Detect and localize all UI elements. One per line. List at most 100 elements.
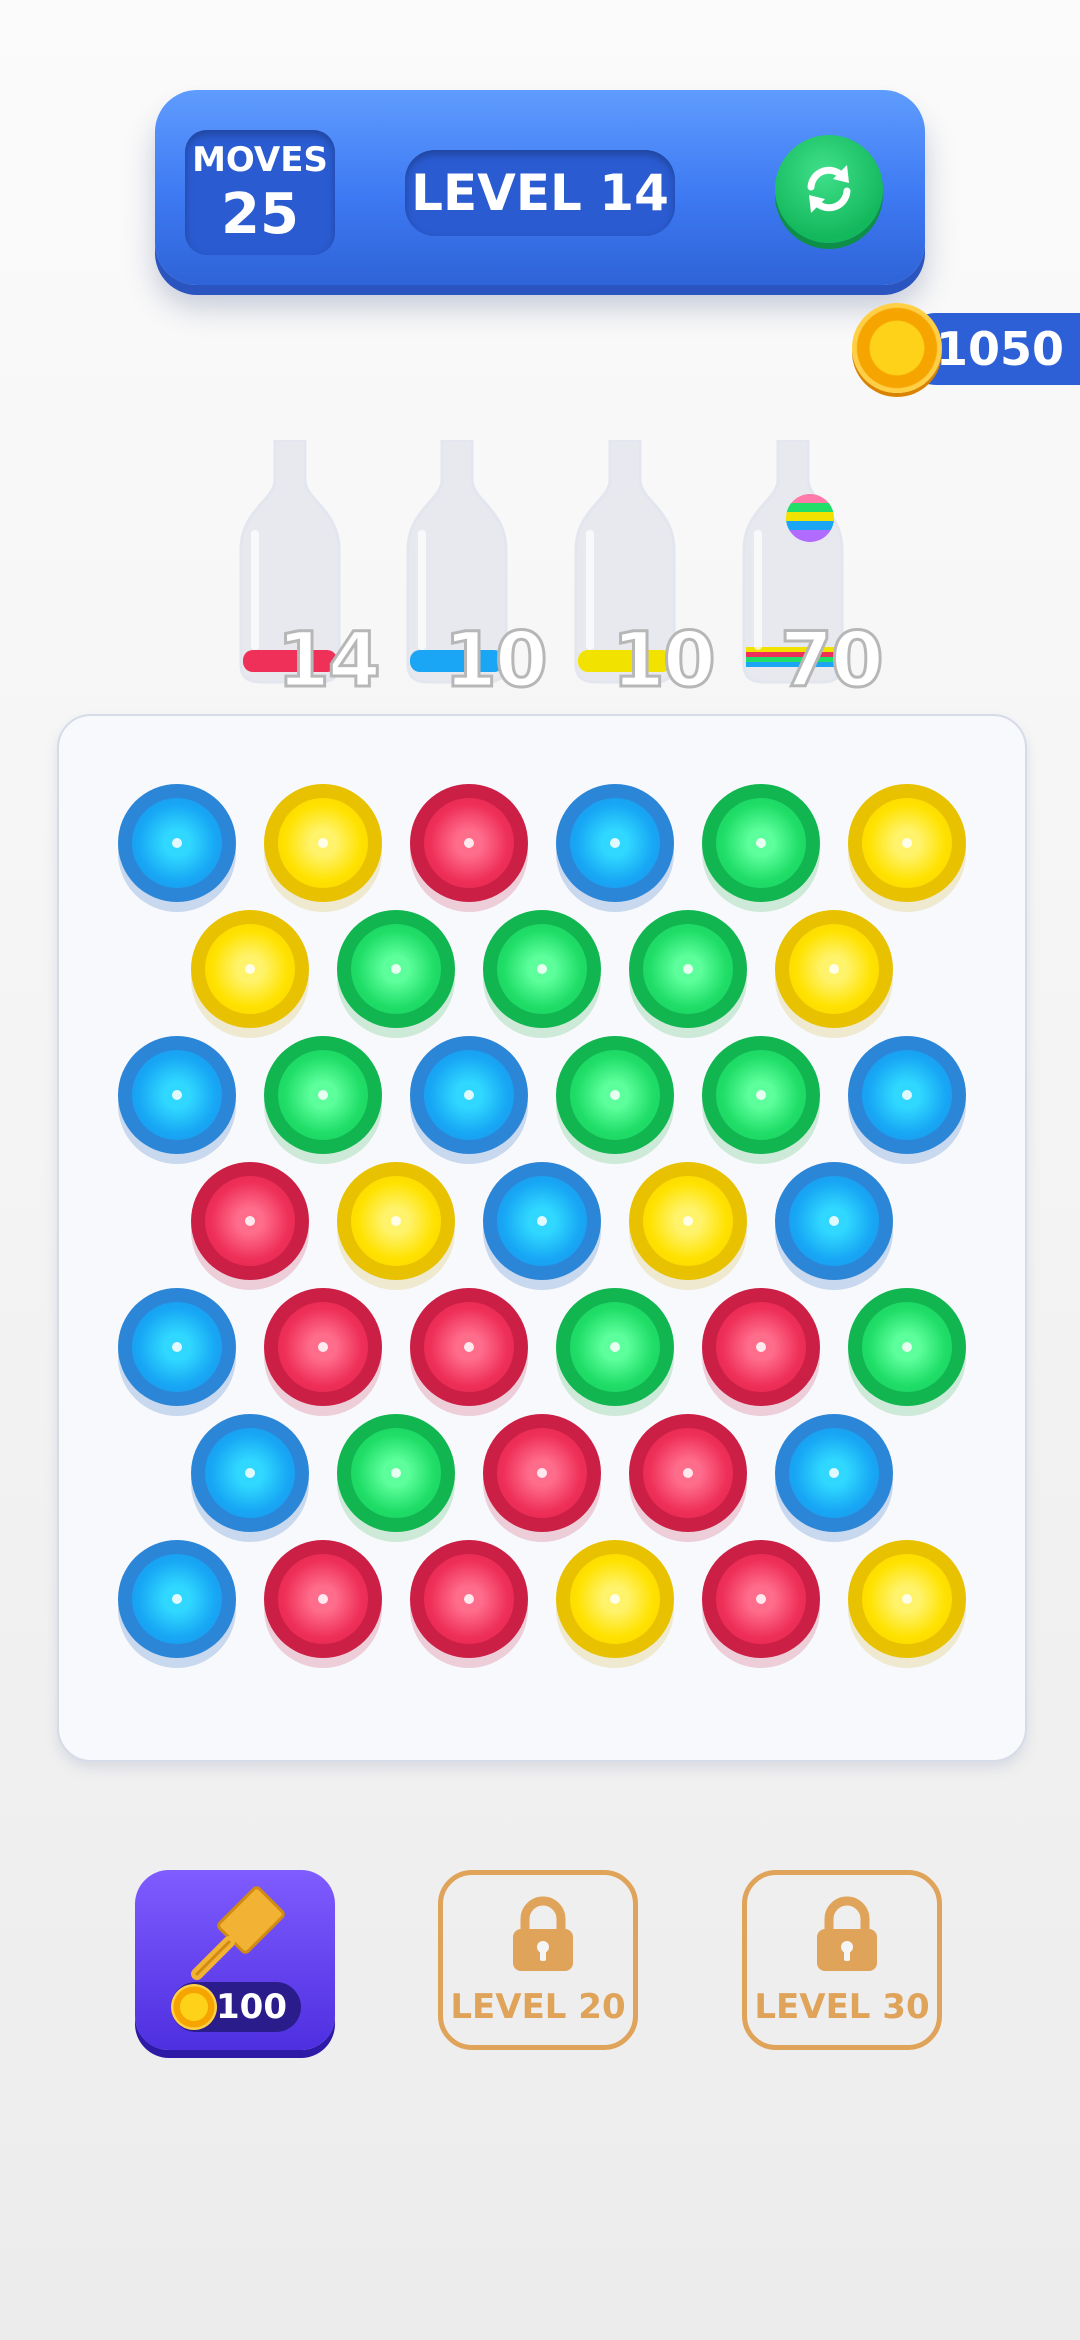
lock-icon bbox=[817, 1896, 877, 1971]
ball-highlight bbox=[610, 838, 620, 848]
level-indicator: LEVEL 14 bbox=[405, 150, 675, 236]
ball-blue[interactable] bbox=[118, 784, 236, 902]
moves-value: 25 bbox=[221, 182, 299, 247]
locked-powerup-level-20[interactable]: LEVEL 20 bbox=[438, 1870, 638, 2050]
ball-green[interactable] bbox=[556, 1288, 674, 1406]
ball-highlight bbox=[318, 1342, 328, 1352]
ball-highlight bbox=[537, 1468, 547, 1478]
ball-green[interactable] bbox=[483, 910, 601, 1028]
ball-highlight bbox=[829, 1468, 839, 1478]
ball-highlight bbox=[902, 1342, 912, 1352]
top-hud-panel: MOVES 25 LEVEL 14 bbox=[155, 90, 925, 285]
ball-green[interactable] bbox=[702, 1036, 820, 1154]
ball-highlight bbox=[318, 1090, 328, 1100]
ball-highlight bbox=[537, 964, 547, 974]
ball-highlight bbox=[172, 1342, 182, 1352]
ball-yellow[interactable] bbox=[629, 1162, 747, 1280]
ball-yellow[interactable] bbox=[264, 784, 382, 902]
ball-highlight bbox=[829, 1216, 839, 1226]
ball-yellow[interactable] bbox=[191, 910, 309, 1028]
ball-green[interactable] bbox=[702, 784, 820, 902]
ball-green[interactable] bbox=[264, 1036, 382, 1154]
ball-blue[interactable] bbox=[556, 784, 674, 902]
ball-yellow[interactable] bbox=[848, 784, 966, 902]
ball-highlight bbox=[902, 838, 912, 848]
ball-highlight bbox=[172, 1090, 182, 1100]
bottle-count: 14 bbox=[276, 614, 383, 706]
ball-blue[interactable] bbox=[191, 1414, 309, 1532]
ball-green[interactable] bbox=[629, 910, 747, 1028]
ball-highlight bbox=[245, 964, 255, 974]
ball-yellow[interactable] bbox=[848, 1540, 966, 1658]
ball-green[interactable] bbox=[848, 1288, 966, 1406]
ball-highlight bbox=[391, 1468, 401, 1478]
ball-red[interactable] bbox=[702, 1288, 820, 1406]
ball-yellow[interactable] bbox=[556, 1540, 674, 1658]
ball-blue[interactable] bbox=[848, 1036, 966, 1154]
ball-highlight bbox=[464, 1090, 474, 1100]
ball-highlight bbox=[756, 838, 766, 848]
ball-highlight bbox=[318, 838, 328, 848]
ball-highlight bbox=[172, 838, 182, 848]
bottle-count: 70 bbox=[779, 614, 886, 706]
ball-highlight bbox=[391, 1216, 401, 1226]
ball-highlight bbox=[537, 1216, 547, 1226]
ball-blue[interactable] bbox=[775, 1162, 893, 1280]
ball-highlight bbox=[245, 1468, 255, 1478]
ball-red[interactable] bbox=[483, 1414, 601, 1532]
bottle-count: 10 bbox=[611, 614, 718, 706]
ball-highlight bbox=[683, 1216, 693, 1226]
ball-highlight bbox=[610, 1342, 620, 1352]
ball-red[interactable] bbox=[264, 1288, 382, 1406]
ball-green[interactable] bbox=[337, 1414, 455, 1532]
ball-red[interactable] bbox=[410, 784, 528, 902]
ball-highlight bbox=[464, 838, 474, 848]
locked-label: LEVEL 30 bbox=[754, 1987, 930, 2027]
ball-highlight bbox=[902, 1594, 912, 1604]
restart-button[interactable] bbox=[775, 135, 883, 243]
moves-label: MOVES bbox=[192, 140, 328, 180]
ball-highlight bbox=[610, 1090, 620, 1100]
ball-green[interactable] bbox=[556, 1036, 674, 1154]
ball-blue[interactable] bbox=[410, 1036, 528, 1154]
ball-highlight bbox=[172, 1594, 182, 1604]
game-board bbox=[57, 714, 1027, 1762]
hammer-powerup-button[interactable]: 100 bbox=[135, 1870, 335, 2050]
ball-highlight bbox=[829, 964, 839, 974]
ball-blue[interactable] bbox=[118, 1288, 236, 1406]
rainbow-ball bbox=[786, 494, 834, 542]
ball-highlight bbox=[464, 1342, 474, 1352]
ball-green[interactable] bbox=[337, 910, 455, 1028]
ball-highlight bbox=[902, 1090, 912, 1100]
ball-highlight bbox=[683, 964, 693, 974]
ball-highlight bbox=[756, 1090, 766, 1100]
ball-highlight bbox=[318, 1594, 328, 1604]
coin-icon bbox=[852, 303, 942, 393]
ball-highlight bbox=[610, 1594, 620, 1604]
ball-red[interactable] bbox=[191, 1162, 309, 1280]
ball-blue[interactable] bbox=[483, 1162, 601, 1280]
ball-highlight bbox=[756, 1594, 766, 1604]
ball-blue[interactable] bbox=[118, 1036, 236, 1154]
lock-icon bbox=[513, 1896, 573, 1971]
ball-highlight bbox=[245, 1216, 255, 1226]
hammer-icon bbox=[191, 1886, 285, 1980]
ball-red[interactable] bbox=[410, 1540, 528, 1658]
ball-red[interactable] bbox=[264, 1540, 382, 1658]
ball-highlight bbox=[391, 964, 401, 974]
moves-counter: MOVES 25 bbox=[185, 130, 335, 255]
ball-red[interactable] bbox=[702, 1540, 820, 1658]
bottle-count: 10 bbox=[443, 614, 550, 706]
ball-red[interactable] bbox=[629, 1414, 747, 1532]
coin-icon bbox=[171, 1984, 217, 2030]
ball-blue[interactable] bbox=[775, 1414, 893, 1532]
ball-yellow[interactable] bbox=[775, 910, 893, 1028]
ball-yellow[interactable] bbox=[337, 1162, 455, 1280]
locked-label: LEVEL 20 bbox=[450, 1987, 626, 2027]
ball-highlight bbox=[756, 1342, 766, 1352]
restart-icon bbox=[807, 165, 851, 213]
ball-highlight bbox=[683, 1468, 693, 1478]
ball-blue[interactable] bbox=[118, 1540, 236, 1658]
ball-red[interactable] bbox=[410, 1288, 528, 1406]
locked-powerup-level-30[interactable]: LEVEL 30 bbox=[742, 1870, 942, 2050]
